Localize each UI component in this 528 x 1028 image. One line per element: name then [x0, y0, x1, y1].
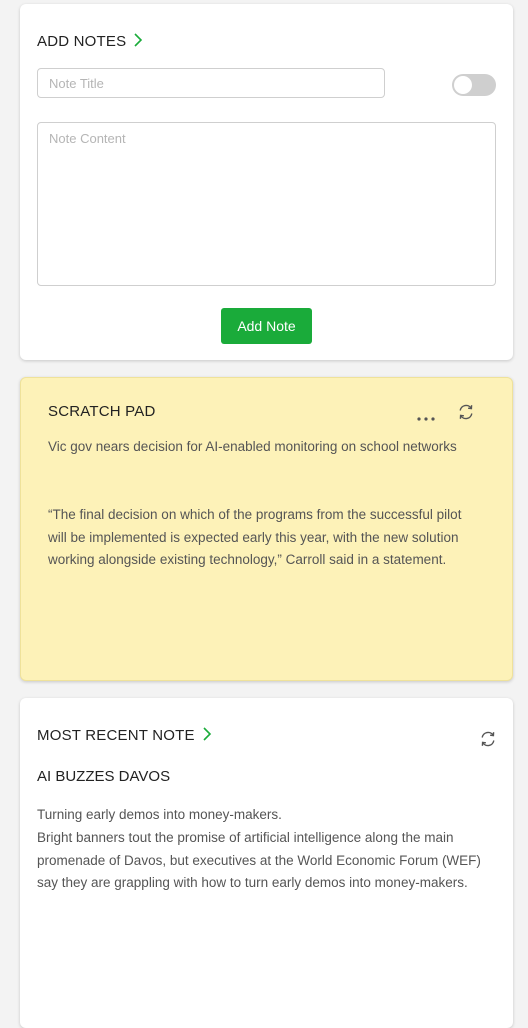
recent-note-line-2: Bright banners tout the promise of artif… [37, 830, 481, 890]
add-note-button[interactable]: Add Note [221, 308, 312, 344]
add-notes-card: ADD NOTES Add Note [20, 4, 513, 360]
scratch-pad-card: SCRATCH PAD Vic gov nears decision for A… [20, 377, 513, 681]
scratch-paragraph-2: “The final decision on which of the prog… [48, 507, 462, 567]
chevron-right-icon[interactable] [132, 33, 144, 47]
add-notes-title: ADD NOTES [37, 33, 127, 50]
refresh-icon[interactable] [479, 730, 497, 753]
note-title-input[interactable] [37, 68, 385, 98]
recent-note-card: MOST RECENT NOTE AI BUZZES DAVOS Turning… [20, 698, 513, 1028]
toggle-knob [454, 76, 472, 94]
recent-note-title: MOST RECENT NOTE [37, 727, 195, 744]
refresh-icon[interactable] [457, 403, 475, 426]
note-content-input[interactable] [37, 122, 496, 286]
chevron-right-icon[interactable] [201, 727, 213, 741]
more-horizontal-icon[interactable] [416, 409, 438, 427]
scratch-paragraph-1: Vic gov nears decision for AI-enabled mo… [48, 439, 457, 454]
recent-note-heading: AI BUZZES DAVOS [37, 768, 171, 785]
scratch-pad-title: SCRATCH PAD [48, 403, 156, 420]
recent-note-line-1: Turning early demos into money-makers. [37, 807, 282, 822]
note-toggle[interactable] [452, 74, 496, 96]
